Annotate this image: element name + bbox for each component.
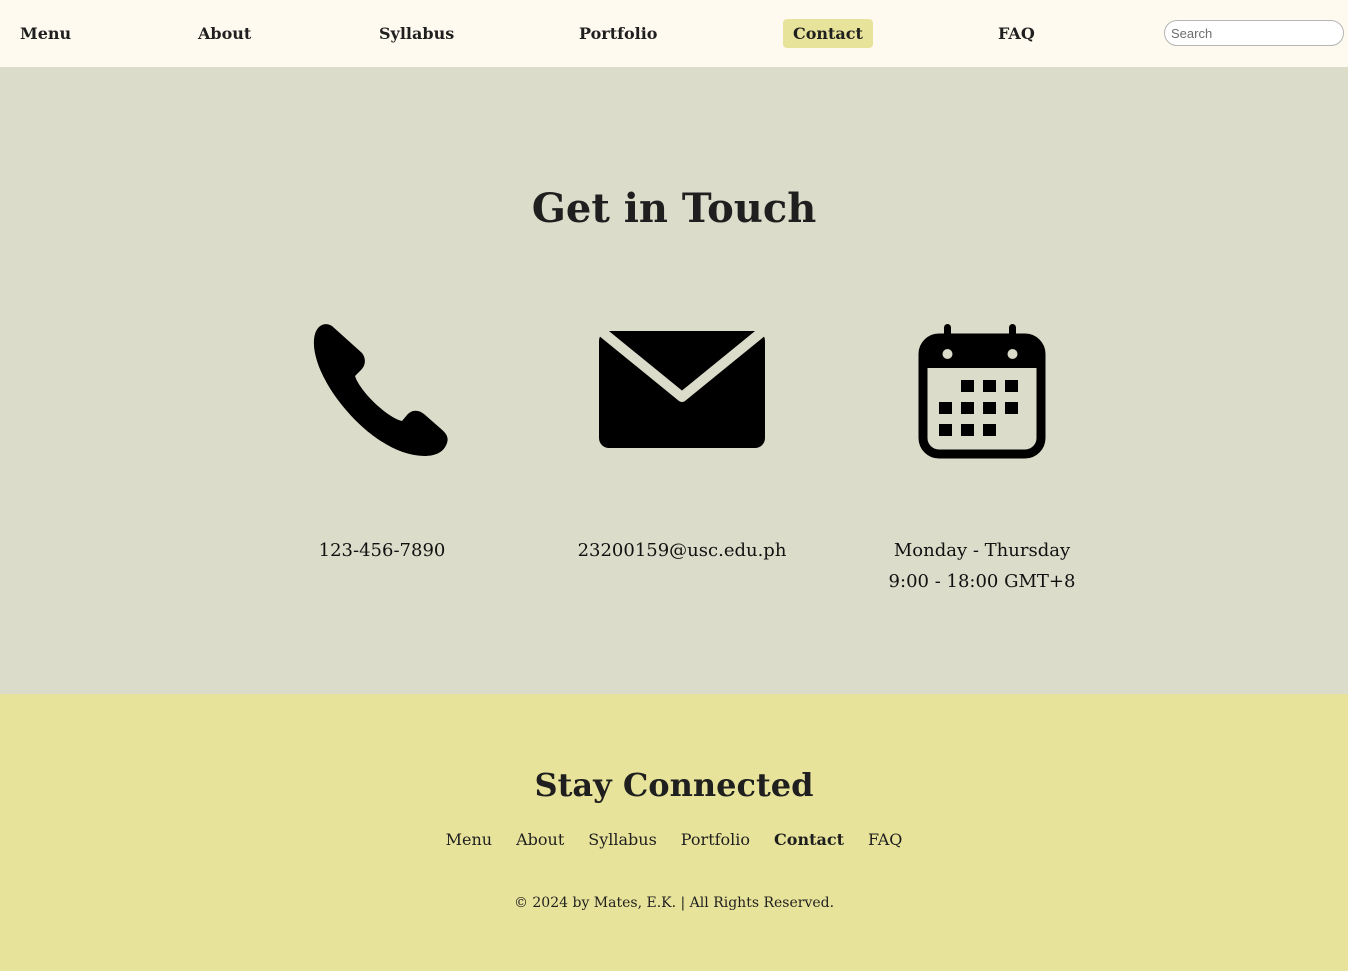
contact-section: Get in Touch 123-456-7890 23200159@usc.e… (0, 67, 1348, 694)
footer-link-syllabus[interactable]: Syllabus (588, 830, 657, 849)
nav-link-syllabus[interactable]: Syllabus (379, 19, 454, 48)
footer-link-menu[interactable]: Menu (446, 830, 492, 849)
calendar-icon (857, 317, 1107, 462)
phone-icon (257, 317, 507, 462)
top-navigation: Menu About Syllabus Portfolio Contact FA… (0, 0, 1348, 67)
footer-link-faq[interactable]: FAQ (868, 830, 902, 849)
contact-email-text: 23200159@usc.edu.ph (557, 535, 807, 566)
nav-link-portfolio[interactable]: Portfolio (579, 19, 657, 48)
footer-link-contact[interactable]: Contact (774, 830, 844, 849)
footer-title: Stay Connected (534, 766, 814, 804)
footer: Stay Connected Menu About Syllabus Portf… (0, 694, 1348, 971)
footer-link-about[interactable]: About (516, 830, 564, 849)
contact-phone-text: 123-456-7890 (257, 535, 507, 566)
nav-link-faq[interactable]: FAQ (998, 19, 1035, 48)
contact-hours-days: Monday - Thursday (893, 540, 1071, 561)
copyright-text: © 2024 by Mates, E.K. | All Rights Reser… (513, 895, 835, 911)
nav-link-menu[interactable]: Menu (20, 19, 71, 48)
contact-phone-number[interactable]: 123-456-7890 (257, 535, 507, 566)
contact-hours-text: Monday - Thursday 9:00 - 18:00 GMT+8 (857, 535, 1107, 597)
page-title: Get in Touch (531, 185, 817, 232)
nav-link-about[interactable]: About (198, 19, 251, 48)
envelope-icon (557, 317, 807, 462)
footer-navigation: Menu About Syllabus Portfolio Contact FA… (0, 830, 1348, 849)
nav-link-contact[interactable]: Contact (783, 19, 873, 48)
contact-email-address[interactable]: 23200159@usc.edu.ph (557, 535, 807, 566)
contact-card-email: 23200159@usc.edu.ph (557, 317, 807, 561)
contact-hours-time: 9:00 - 18:00 GMT+8 (888, 571, 1076, 592)
search-input[interactable] (1164, 20, 1344, 46)
contact-card-hours: Monday - Thursday 9:00 - 18:00 GMT+8 (857, 317, 1107, 592)
contact-card-phone: 123-456-7890 (257, 317, 507, 561)
footer-link-portfolio[interactable]: Portfolio (681, 830, 750, 849)
